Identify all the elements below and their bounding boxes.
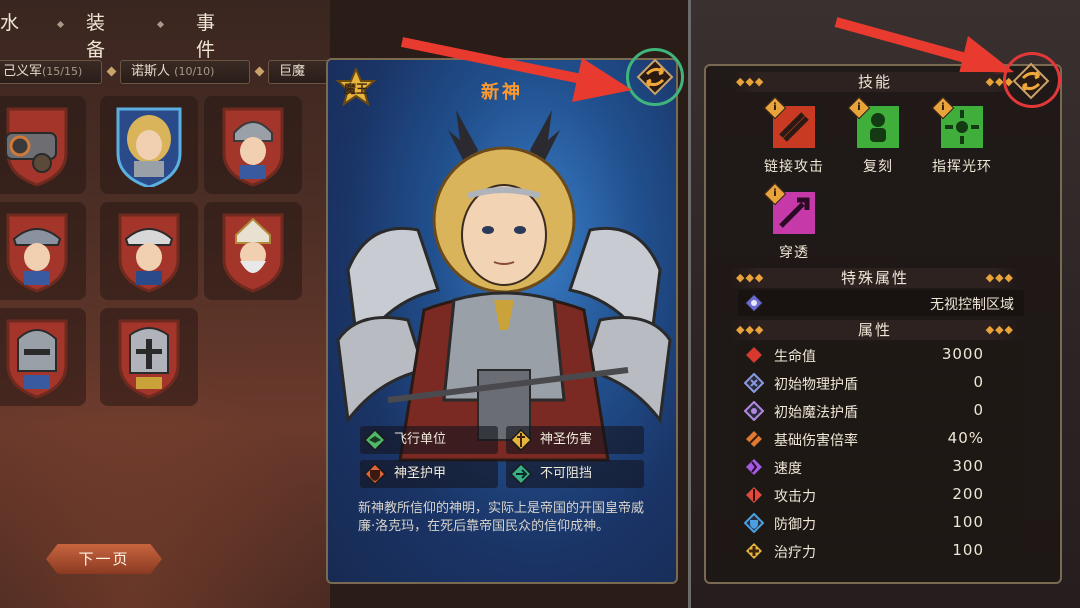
attribute-row-physical-shield: 初始物理护盾 0 [738, 370, 1024, 396]
speed-icon [744, 457, 764, 477]
special-attributes-header: ◆◆◆ 特殊属性 ◆◆◆ [730, 268, 1020, 288]
tab-events[interactable]: 事件 [196, 8, 217, 62]
unstoppable-icon [510, 463, 532, 485]
highlight-ring-red [1003, 52, 1061, 108]
header-ornament: ◆◆◆ [985, 323, 1014, 336]
trait-holy-armor[interactable]: 神圣护甲 [360, 460, 498, 488]
hero-slot-paladin[interactable] [100, 308, 198, 406]
chain-attack-icon: i [763, 96, 817, 150]
elder-portrait-icon [222, 213, 284, 293]
knight-portrait-icon [6, 319, 68, 399]
cannon-unit-icon [5, 107, 68, 187]
skill-replicate[interactable]: i 复刻 [846, 96, 910, 176]
holy-armor-icon [364, 463, 386, 485]
skill-command-aura[interactable]: i 指挥光环 [930, 96, 994, 176]
attribute-row-health: 生命值 3000 [738, 342, 1024, 368]
header-ornament: ◆◆◆ [736, 271, 765, 284]
hero-slot-captain[interactable] [100, 202, 198, 300]
officer-portrait-icon [6, 213, 68, 293]
demon-king-badge: 魔王 [335, 66, 377, 108]
unit-card: 新神 魔王 飞行单位 神圣伤害 神圣护甲 不可阻挡 新神教所信仰的神明，实际上是… [326, 58, 678, 584]
card-description: 新神教所信仰的神明，实际上是帝国的开国皇帝威廉·洛克玛，在死后靠帝国民众的信仰成… [358, 501, 645, 534]
magic-shield-icon [744, 401, 764, 421]
damage-multiplier-icon [744, 429, 764, 449]
attribute-row-attack: 攻击力 200 [738, 482, 1024, 508]
hero-slot-new-god[interactable] [100, 96, 198, 194]
tab-water[interactable]: 水 [0, 8, 21, 35]
header-ornament: ◆◆◆ [985, 271, 1014, 284]
hero-slot-cannon[interactable] [0, 96, 86, 194]
trait-unstoppable[interactable]: 不可阻挡 [506, 460, 644, 488]
attribute-row-heal: 治疗力 100 [738, 538, 1024, 564]
attribute-row-damage-multiplier: 基础伤害倍率 40% [738, 426, 1024, 452]
paladin-portrait-icon [118, 319, 180, 399]
physical-shield-icon [744, 373, 764, 393]
faction-tab-rebels[interactable]: 己义军(15/15) [0, 60, 102, 84]
skills-header: ◆◆◆ 技能 ◆◆◆ [730, 72, 1020, 92]
pierce-icon: i [763, 182, 817, 236]
command-aura-icon: i [931, 96, 985, 150]
attribute-row-defense: 防御力 100 [738, 510, 1024, 536]
health-icon [744, 345, 764, 365]
attributes-header: ◆◆◆ 属性 ◆◆◆ [730, 320, 1020, 340]
trait-flying-unit[interactable]: 飞行单位 [360, 426, 498, 454]
hero-slot-officer[interactable] [0, 202, 86, 300]
pikeman-portrait-icon [222, 107, 284, 187]
flying-unit-icon [364, 429, 386, 451]
new-god-character-art [336, 110, 672, 462]
attack-icon [744, 485, 764, 505]
next-page-button[interactable]: 下一页 [46, 544, 162, 574]
replicate-icon: i [847, 96, 901, 150]
ignore-zoc-icon [744, 293, 764, 313]
defense-icon [744, 513, 764, 533]
hero-slot-pikeman[interactable] [204, 96, 302, 194]
captain-portrait-icon [118, 213, 180, 293]
faction-tab-norse[interactable]: 诺斯人 (10/10) [120, 60, 250, 84]
heal-icon [744, 541, 764, 561]
left-panel-background [0, 0, 330, 608]
hero-slot-elder[interactable] [204, 202, 302, 300]
hero-slot-knight[interactable] [0, 308, 86, 406]
skill-chain-attack[interactable]: i 链接攻击 [762, 96, 826, 176]
header-ornament: ◆◆◆ [736, 323, 765, 336]
header-ornament: ◆◆◆ [736, 75, 765, 88]
attribute-row-magic-shield: 初始魔法护盾 0 [738, 398, 1024, 424]
holy-damage-icon [510, 429, 532, 451]
new-god-portrait-icon [116, 107, 182, 187]
trait-holy-damage[interactable]: 神圣伤害 [506, 426, 644, 454]
red-arrow-annotation [400, 37, 632, 102]
attribute-row-speed: 速度 300 [738, 454, 1024, 480]
special-attribute-row[interactable]: 无视控制区域 [738, 290, 1024, 316]
skill-pierce[interactable]: i 穿透 [762, 182, 826, 262]
tab-equipment[interactable]: 装备 [86, 8, 107, 62]
